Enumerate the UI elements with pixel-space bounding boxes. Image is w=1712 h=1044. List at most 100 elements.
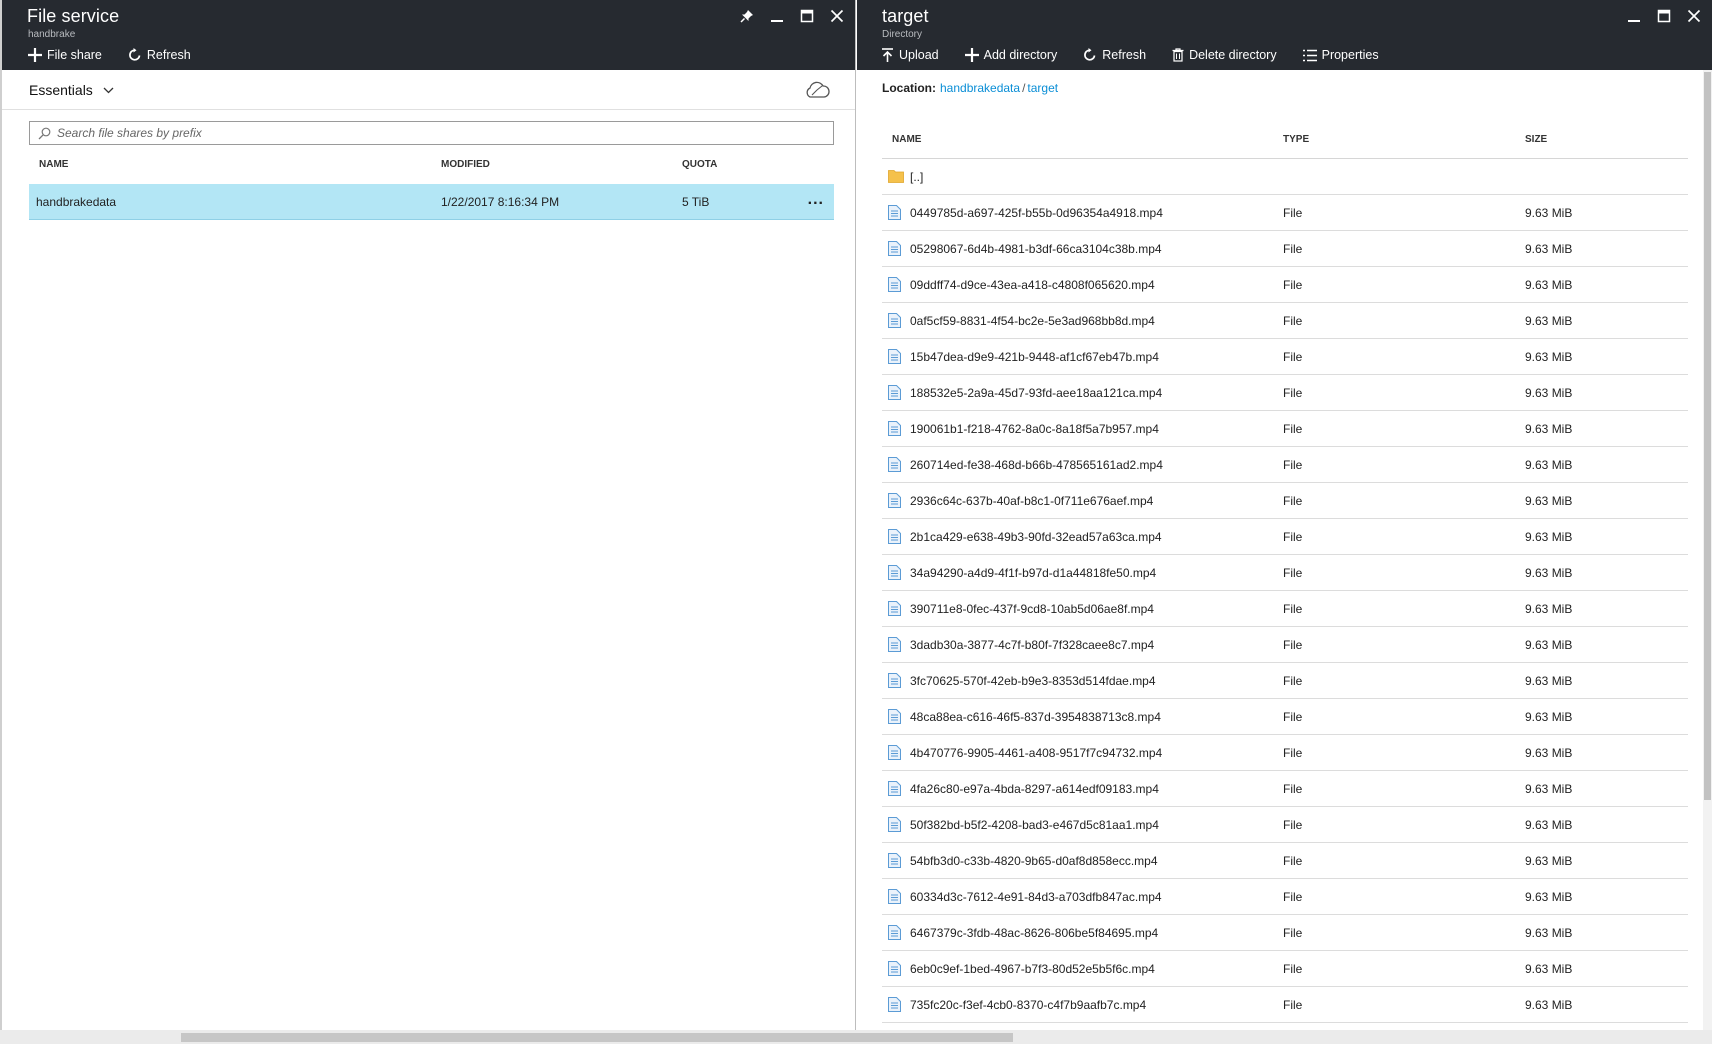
close-button[interactable] bbox=[1682, 6, 1706, 26]
column-modified[interactable]: MODIFIED bbox=[441, 159, 490, 170]
table-row[interactable]: 3fc70625-570f-42eb-b9e3-8353d514fdae.mp4… bbox=[882, 663, 1688, 699]
table-row[interactable]: 6467379c-3fdb-48ac-8626-806be5f84695.mp4… bbox=[882, 915, 1688, 951]
close-button[interactable] bbox=[825, 6, 849, 26]
add-directory-label: Add directory bbox=[983, 48, 1058, 62]
file-icon bbox=[888, 421, 901, 436]
directory-blade: target Directory Upload Add directory Re… bbox=[857, 0, 1712, 1030]
file-icon bbox=[888, 565, 901, 580]
minimize-icon bbox=[1628, 20, 1640, 22]
file-type: File bbox=[1283, 242, 1303, 256]
file-type: File bbox=[1283, 350, 1303, 364]
refresh-label: Refresh bbox=[146, 48, 191, 62]
file-name: 3dadb30a-3877-4c7f-b80f-7f328caee8c7.mp4 bbox=[910, 638, 1155, 652]
add-file-share-button[interactable]: File share bbox=[20, 44, 110, 66]
minimize-button[interactable] bbox=[765, 6, 789, 26]
file-share-label: File share bbox=[47, 48, 102, 62]
file-size: 9.63 MiB bbox=[1525, 962, 1573, 976]
file-size: 9.63 MiB bbox=[1525, 350, 1573, 364]
refresh-icon bbox=[1084, 48, 1096, 61]
search-input[interactable] bbox=[57, 126, 817, 140]
list-icon bbox=[1302, 49, 1317, 61]
horizontal-scrollbar[interactable] bbox=[0, 1030, 1712, 1044]
table-row[interactable]: 3dadb30a-3877-4c7f-b80f-7f328caee8c7.mp4… bbox=[882, 627, 1688, 663]
file-name: 188532e5-2a9a-45d7-93fd-aee18aa121ca.mp4 bbox=[910, 386, 1163, 400]
vertical-scrollbar[interactable] bbox=[1703, 70, 1712, 1030]
refresh-button[interactable]: Refresh bbox=[120, 44, 199, 66]
table-row[interactable]: 15b47dea-d9e9-421b-9448-af1cf67eb47b.mp4… bbox=[882, 339, 1688, 375]
file-size: 9.63 MiB bbox=[1525, 386, 1573, 400]
table-row[interactable]: 60334d3c-7612-4e91-84d3-a703dfb847ac.mp4… bbox=[882, 879, 1688, 915]
file-icon bbox=[888, 457, 901, 472]
table-row[interactable]: 54bfb3d0-c33b-4820-9b65-d0af8d858ecc.mp4… bbox=[882, 843, 1688, 879]
file-name: 0af5cf59-8831-4f54-bc2e-5e3ad968bb8d.mp4 bbox=[910, 314, 1155, 328]
search-box[interactable] bbox=[29, 121, 834, 145]
breadcrumb-share-link[interactable]: handbrakedata bbox=[940, 81, 1020, 95]
pin-icon bbox=[740, 10, 753, 23]
table-row[interactable]: 4fa26c80-e97a-4bda-8297-a614edf09183.mp4… bbox=[882, 771, 1688, 807]
column-quota[interactable]: QUOTA bbox=[682, 159, 717, 170]
file-name: 0449785d-a697-425f-b55b-0d96354a4918.mp4 bbox=[910, 206, 1163, 220]
essentials-bar: Essentials bbox=[2, 70, 855, 110]
properties-button[interactable]: Properties bbox=[1295, 44, 1387, 66]
minimize-icon bbox=[771, 20, 783, 22]
vertical-scrollbar-thumb[interactable] bbox=[1704, 72, 1711, 800]
file-icon bbox=[888, 925, 901, 940]
blade-header: target Directory Upload Add directory Re… bbox=[857, 0, 1712, 70]
table-row[interactable]: 390711e8-0fec-437f-9cd8-10ab5d06ae8f.mp4… bbox=[882, 591, 1688, 627]
more-options-button[interactable]: ... bbox=[808, 191, 824, 209]
breadcrumb: Location: handbrakedata / target bbox=[882, 81, 1058, 95]
column-name[interactable]: NAME bbox=[892, 134, 921, 145]
file-name: 15b47dea-d9e9-421b-9448-af1cf67eb47b.mp4 bbox=[910, 350, 1159, 364]
table-row[interactable]: 34a94290-a4d9-4f1f-b97d-d1a44818fe50.mp4… bbox=[882, 555, 1688, 591]
file-size: 9.63 MiB bbox=[1525, 278, 1573, 292]
table-row[interactable]: 09ddff74-d9ce-43ea-a418-c4808f065620.mp4… bbox=[882, 267, 1688, 303]
file-type: File bbox=[1283, 962, 1303, 976]
file-name: 09ddff74-d9ce-43ea-a418-c4808f065620.mp4 bbox=[910, 278, 1155, 292]
maximize-button[interactable] bbox=[1652, 6, 1676, 26]
file-size: 9.63 MiB bbox=[1525, 314, 1573, 328]
upload-button[interactable]: Upload bbox=[873, 44, 947, 66]
column-type[interactable]: TYPE bbox=[1283, 134, 1309, 145]
table-row[interactable]: 260714ed-fe38-468d-b66b-478565161ad2.mp4… bbox=[882, 447, 1688, 483]
file-type: File bbox=[1283, 530, 1303, 544]
refresh-button[interactable]: Refresh bbox=[1075, 44, 1154, 66]
column-name[interactable]: NAME bbox=[39, 159, 68, 170]
table-row[interactable]: 735fc20c-f3ef-4cb0-8370-c4f7b9aafb7c.mp4… bbox=[882, 987, 1688, 1023]
table-row[interactable]: 4b470776-9905-4461-a408-9517f7c94732.mp4… bbox=[882, 735, 1688, 771]
delete-directory-button[interactable]: Delete directory bbox=[1164, 44, 1285, 66]
table-row[interactable]: 2b1ca429-e638-49b3-90fd-32ead57a63ca.mp4… bbox=[882, 519, 1688, 555]
file-icon bbox=[888, 385, 901, 400]
table-row[interactable]: 0449785d-a697-425f-b55b-0d96354a4918.mp4… bbox=[882, 195, 1688, 231]
refresh-icon bbox=[129, 48, 141, 61]
cloud-button[interactable] bbox=[803, 80, 831, 105]
file-name: 190061b1-f218-4762-8a0c-8a18f5a7b957.mp4 bbox=[910, 422, 1159, 436]
pin-button[interactable] bbox=[735, 6, 759, 26]
table-row[interactable]: 6eb0c9ef-1bed-4967-b7f3-80d52e5b5f6c.mp4… bbox=[882, 951, 1688, 987]
breadcrumb-directory-link[interactable]: target bbox=[1027, 81, 1058, 95]
file-size: 9.63 MiB bbox=[1525, 746, 1573, 760]
essentials-toggle[interactable]: Essentials bbox=[29, 82, 114, 98]
table-row[interactable]: 188532e5-2a9a-45d7-93fd-aee18aa121ca.mp4… bbox=[882, 375, 1688, 411]
file-name: 50f382bd-b5f2-4208-bad3-e467d5c81aa1.mp4 bbox=[910, 818, 1159, 832]
table-row[interactable]: 50f382bd-b5f2-4208-bad3-e467d5c81aa1.mp4… bbox=[882, 807, 1688, 843]
table-row[interactable]: handbrakedata 1/22/2017 8:16:34 PM 5 TiB… bbox=[29, 184, 834, 220]
file-list: 0449785d-a697-425f-b55b-0d96354a4918.mp4… bbox=[882, 195, 1688, 1023]
table-row[interactable]: 190061b1-f218-4762-8a0c-8a18f5a7b957.mp4… bbox=[882, 411, 1688, 447]
blade-subtitle: handbrake bbox=[28, 29, 76, 40]
file-name: 3fc70625-570f-42eb-b9e3-8353d514fdae.mp4 bbox=[910, 674, 1156, 688]
column-size[interactable]: SIZE bbox=[1525, 134, 1547, 145]
horizontal-scrollbar-thumb[interactable] bbox=[181, 1033, 1013, 1042]
minimize-button[interactable] bbox=[1622, 6, 1646, 26]
parent-directory-row[interactable]: [..] bbox=[882, 159, 1688, 195]
add-directory-button[interactable]: Add directory bbox=[957, 44, 1066, 66]
plus-icon bbox=[964, 48, 979, 62]
table-row[interactable]: 05298067-6d4b-4981-b3df-66ca3104c38b.mp4… bbox=[882, 231, 1688, 267]
file-icon bbox=[888, 205, 901, 220]
file-type: File bbox=[1283, 494, 1303, 508]
maximize-button[interactable] bbox=[795, 6, 819, 26]
table-row[interactable]: 48ca88ea-c616-46f5-837d-3954838713c8.mp4… bbox=[882, 699, 1688, 735]
table-row[interactable]: 0af5cf59-8831-4f54-bc2e-5e3ad968bb8d.mp4… bbox=[882, 303, 1688, 339]
file-icon bbox=[888, 997, 901, 1012]
blade-subtitle: Directory bbox=[882, 29, 923, 40]
table-row[interactable]: 2936c64c-637b-40af-b8c1-0f711e676aef.mp4… bbox=[882, 483, 1688, 519]
